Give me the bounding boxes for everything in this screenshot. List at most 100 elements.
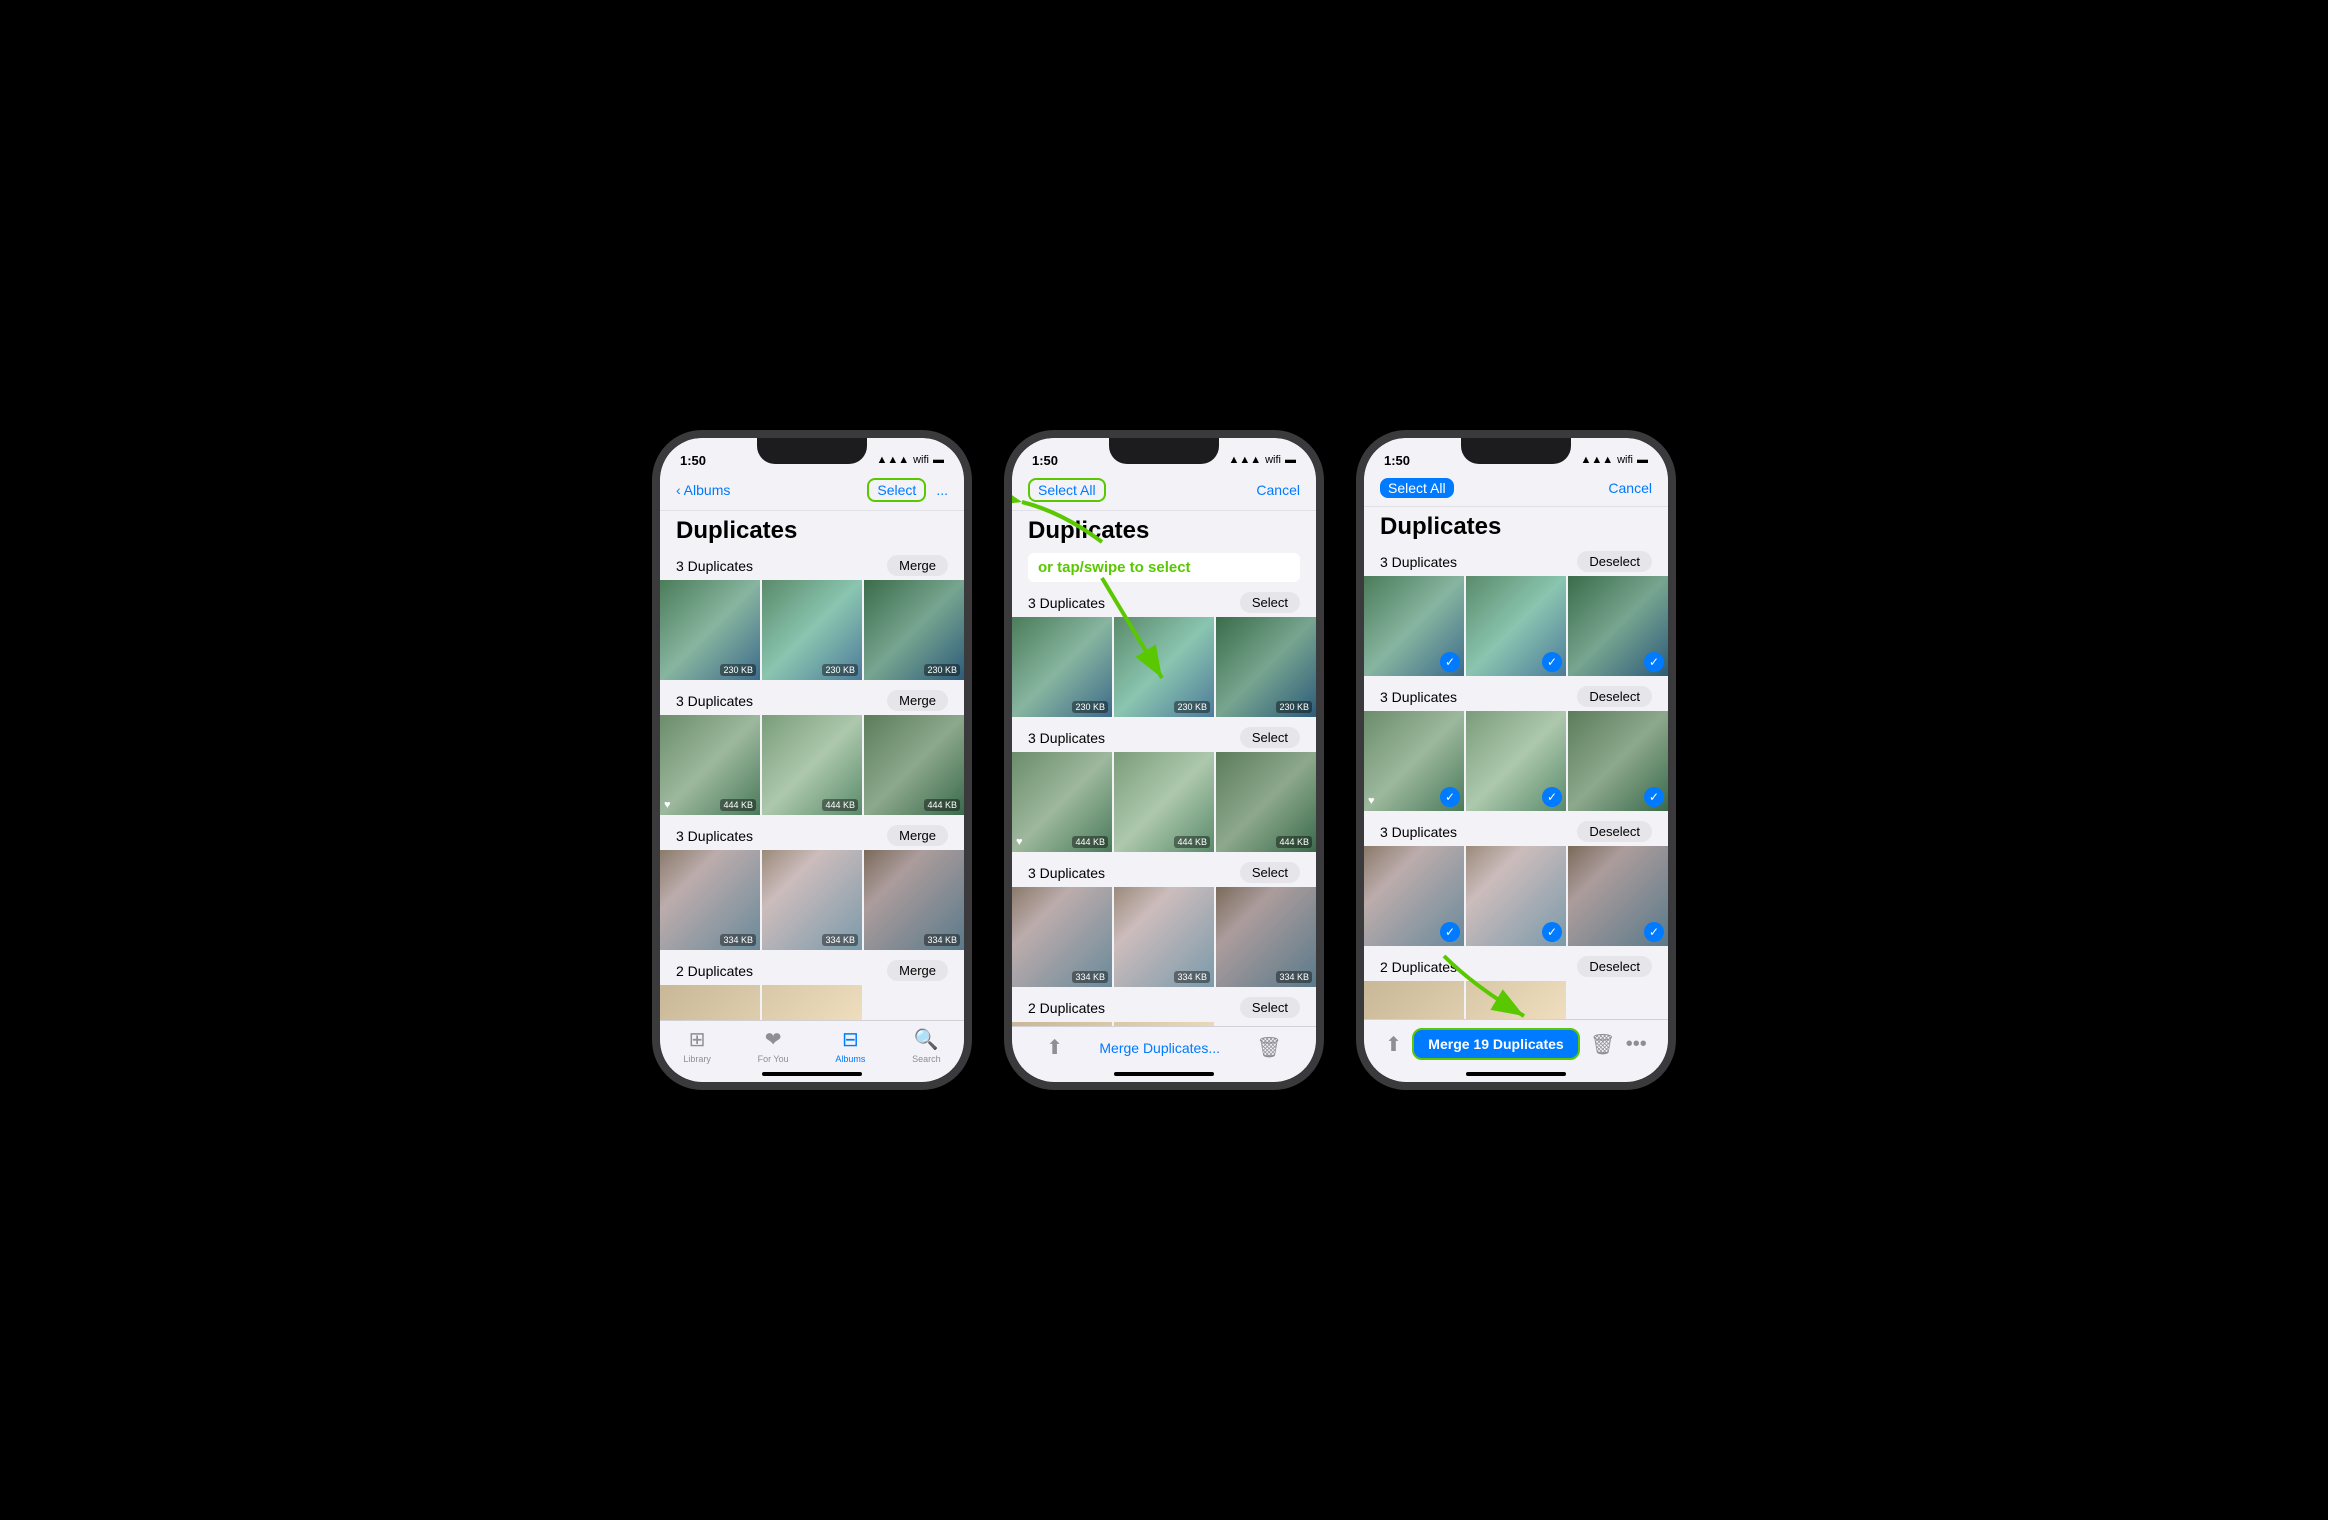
check-icon: ✓: [1644, 922, 1664, 942]
scroll-content-3[interactable]: 3 Duplicates Deselect ✓ ✓ ✓: [1364, 545, 1668, 1019]
select-btn-2-1[interactable]: Select: [1240, 592, 1300, 613]
photo-cell[interactable]: 334 KB: [762, 850, 862, 950]
merge-duplicates-btn-2[interactable]: Merge Duplicates...: [1099, 1040, 1220, 1056]
photo-cell[interactable]: ✓: [1364, 846, 1464, 946]
heart-icon-2: ♥: [1016, 836, 1023, 848]
dup-group-3-1: 3 Duplicates Deselect ✓ ✓ ✓: [1364, 545, 1668, 676]
photo-cell[interactable]: ✓: [1466, 711, 1566, 811]
battery-icon: ▬: [933, 454, 944, 466]
tab-library[interactable]: ⊞ Library: [683, 1027, 711, 1064]
select-btn-2-3[interactable]: Select: [1240, 862, 1300, 883]
cancel-button-2[interactable]: Cancel: [1256, 482, 1300, 498]
home-indicator-2: [1114, 1072, 1214, 1076]
dup-header-3-3: 3 Duplicates Deselect: [1364, 815, 1668, 846]
scroll-content-2[interactable]: 3 Duplicates Select 230 KB 230 KB 230 KB…: [1012, 586, 1316, 1026]
photo-cell[interactable]: ♥ ✓: [1364, 711, 1464, 811]
photo-cell[interactable]: [1012, 1022, 1112, 1026]
photo-cell[interactable]: [660, 985, 760, 1020]
photo-cell[interactable]: ✓: [1466, 846, 1566, 946]
instruction-overlay: or tap/swipe to select: [1012, 549, 1316, 586]
photo-cell[interactable]: 444 KB: [1216, 752, 1316, 852]
photo-cell[interactable]: 230 KB: [1216, 617, 1316, 717]
photo-cell[interactable]: ✓: [1364, 981, 1464, 1019]
photo-cell[interactable]: 334 KB: [864, 850, 964, 950]
merge-btn-1-4[interactable]: Merge: [887, 960, 948, 981]
photo-cell[interactable]: ✓: [1466, 981, 1566, 1019]
photo-cell[interactable]: 444 KB: [1114, 752, 1214, 852]
photo-cell[interactable]: ✓: [1568, 576, 1668, 676]
check-icon: ✓: [1542, 652, 1562, 672]
photo-cell[interactable]: ✓: [1364, 576, 1464, 676]
photo-cell[interactable]: ♥ 444 KB: [660, 715, 760, 815]
photo-size: 444 KB: [1276, 836, 1312, 848]
dup-header-1-4: 2 Duplicates Merge: [660, 954, 964, 985]
photo-cell[interactable]: 230 KB: [1012, 617, 1112, 717]
select-btn-2-2[interactable]: Select: [1240, 727, 1300, 748]
check-icon: ✓: [1440, 922, 1460, 942]
merge-btn-1-3[interactable]: Merge: [887, 825, 948, 846]
dup-group-3-2: 3 Duplicates Deselect ♥ ✓ ✓ ✓: [1364, 680, 1668, 811]
dup-label-3-4: 2 Duplicates: [1380, 959, 1457, 975]
signal-icon-3: ▲▲▲: [1580, 454, 1613, 466]
status-time-3: 1:50: [1384, 453, 1410, 468]
merge-19-button[interactable]: Merge 19 Duplicates: [1412, 1028, 1579, 1060]
cancel-button-3[interactable]: Cancel: [1608, 480, 1652, 496]
photo-cell[interactable]: 230 KB: [660, 580, 760, 680]
delete-icon-3[interactable]: 🗑: [1590, 1032, 1615, 1057]
photo-cell[interactable]: 230 KB: [864, 580, 964, 680]
photo-cell[interactable]: 230 KB: [1114, 617, 1214, 717]
dup-header-1-2: 3 Duplicates Merge: [660, 684, 964, 715]
signal-icon: ▲▲▲: [876, 454, 909, 466]
photo-cell[interactable]: 444 KB: [762, 715, 862, 815]
deselect-btn-3-3[interactable]: Deselect: [1577, 821, 1652, 842]
photo-cell[interactable]: 334 KB: [1012, 887, 1112, 987]
delete-icon-2[interactable]: 🗑: [1256, 1035, 1281, 1060]
photo-cell[interactable]: 444 KB: [864, 715, 964, 815]
battery-icon-3: ▬: [1637, 454, 1648, 466]
photo-cell[interactable]: ✓: [1568, 711, 1668, 811]
more-button-1[interactable]: ...: [936, 482, 948, 498]
photo-cell[interactable]: 334 KB: [1216, 887, 1316, 987]
tab-for-you[interactable]: ❤ For You: [758, 1027, 789, 1064]
back-button-1[interactable]: ‹ Albums: [676, 482, 730, 498]
deselect-btn-3-2[interactable]: Deselect: [1577, 686, 1652, 707]
dup-label-1-3: 3 Duplicates: [676, 828, 753, 844]
photo-cell[interactable]: ♥ 444 KB: [1012, 752, 1112, 852]
share-icon-3[interactable]: ⬆: [1385, 1032, 1402, 1057]
notch-1: [757, 438, 867, 464]
dup-group-2-3: 3 Duplicates Select 334 KB 334 KB 334 KB: [1012, 856, 1316, 987]
photo-cell[interactable]: ✓: [1568, 846, 1668, 946]
photo-cell[interactable]: [762, 985, 862, 1020]
back-label-1: Albums: [684, 482, 731, 498]
photo-cell[interactable]: [1114, 1022, 1214, 1026]
share-icon-2[interactable]: ⬆: [1046, 1035, 1063, 1060]
dup-label-3-1: 3 Duplicates: [1380, 554, 1457, 570]
photo-size: 334 KB: [822, 934, 858, 946]
merge-btn-1-1[interactable]: Merge: [887, 555, 948, 576]
tab-albums[interactable]: ⊟ Albums: [835, 1027, 865, 1064]
more-icon-3[interactable]: •••: [1626, 1033, 1647, 1056]
photo-cell[interactable]: 230 KB: [762, 580, 862, 680]
select-all-button-2[interactable]: Select All: [1028, 478, 1106, 502]
tab-search[interactable]: 🔍 Search: [912, 1027, 941, 1064]
photo-size: 334 KB: [1072, 971, 1108, 983]
dup-group-1-4: 2 Duplicates Merge: [660, 954, 964, 1020]
photo-size: 230 KB: [924, 664, 960, 676]
deselect-btn-3-1[interactable]: Deselect: [1577, 551, 1652, 572]
deselect-btn-3-4[interactable]: Deselect: [1577, 956, 1652, 977]
dup-group-1-3: 3 Duplicates Merge 334 KB 334 KB 334 KB: [660, 819, 964, 950]
merge-btn-1-2[interactable]: Merge: [887, 690, 948, 711]
dup-group-3-3: 3 Duplicates Deselect ✓ ✓ ✓: [1364, 815, 1668, 946]
photo-cell[interactable]: 334 KB: [1114, 887, 1214, 987]
dup-header-3-2: 3 Duplicates Deselect: [1364, 680, 1668, 711]
select-button-1[interactable]: Select: [867, 478, 926, 502]
select-all-button-3[interactable]: Select All: [1380, 478, 1454, 498]
select-btn-2-4[interactable]: Select: [1240, 997, 1300, 1018]
for-you-icon: ❤: [765, 1027, 782, 1052]
photo-size: 334 KB: [1174, 971, 1210, 983]
scroll-content-1[interactable]: 3 Duplicates Merge 230 KB 230 KB 230 KB: [660, 549, 964, 1020]
status-icons-2: ▲▲▲ wifi ▬: [1228, 454, 1296, 466]
photo-cell[interactable]: ✓: [1466, 576, 1566, 676]
page-title-2: Duplicates: [1012, 511, 1316, 549]
photo-cell[interactable]: 334 KB: [660, 850, 760, 950]
